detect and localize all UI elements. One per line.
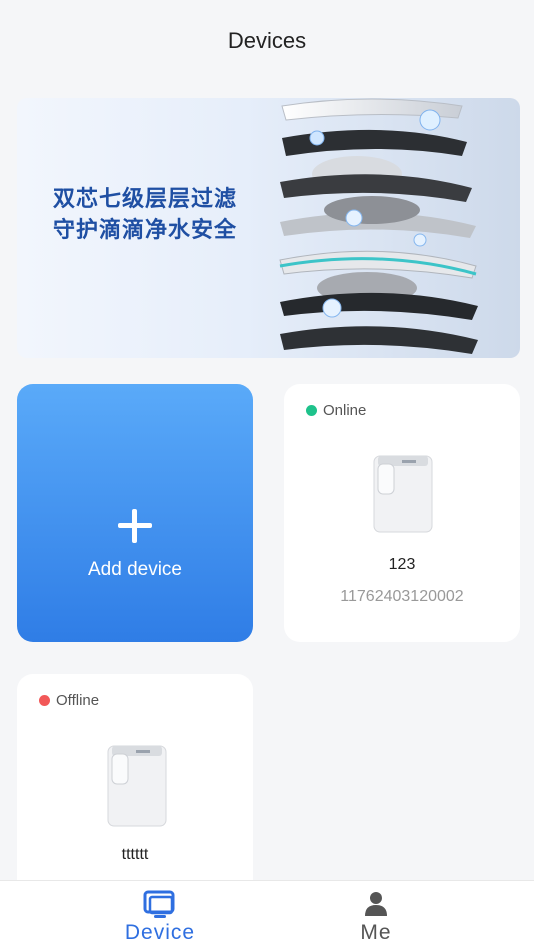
status-label: Offline <box>56 692 100 709</box>
status-badge: Offline <box>39 692 99 709</box>
offline-dot-icon <box>39 695 50 706</box>
device-name: 123 <box>388 556 416 573</box>
device-serial: 11762403120002 <box>340 588 464 605</box>
online-dot-icon <box>306 405 317 416</box>
tab-me-label: Me <box>360 921 392 944</box>
bottom-tab-bar: Device Me <box>0 880 534 950</box>
promo-banner[interactable]: 双芯七级层层过滤 守护滴滴净水安全 <box>17 98 520 358</box>
device-card[interactable]: Online 123 11762403120002 <box>284 384 520 642</box>
status-label: Online <box>323 402 367 419</box>
add-device-card[interactable]: Add device <box>17 384 253 642</box>
banner-text: 双芯七级层层过滤 守护滴滴净水安全 <box>53 184 237 246</box>
page-header: Devices <box>0 0 534 82</box>
water-purifier-image <box>107 745 167 827</box>
device-name: tttttt <box>121 846 149 863</box>
plus-icon <box>17 509 253 543</box>
status-badge: Online <box>306 402 366 419</box>
person-icon <box>365 892 387 916</box>
monitor-icon <box>143 890 175 918</box>
tab-device[interactable]: Device <box>80 881 240 950</box>
banner-line-2: 守护滴滴净水安全 <box>53 218 238 243</box>
water-purifier-image <box>373 455 433 533</box>
filter-layers-image <box>279 98 478 354</box>
add-device-label: Add device <box>87 559 182 580</box>
tab-device-label: Device <box>124 921 196 944</box>
banner-line-1: 双芯七级层层过滤 <box>53 187 238 212</box>
tab-me[interactable]: Me <box>296 881 456 950</box>
page-title: Devices <box>227 28 307 53</box>
